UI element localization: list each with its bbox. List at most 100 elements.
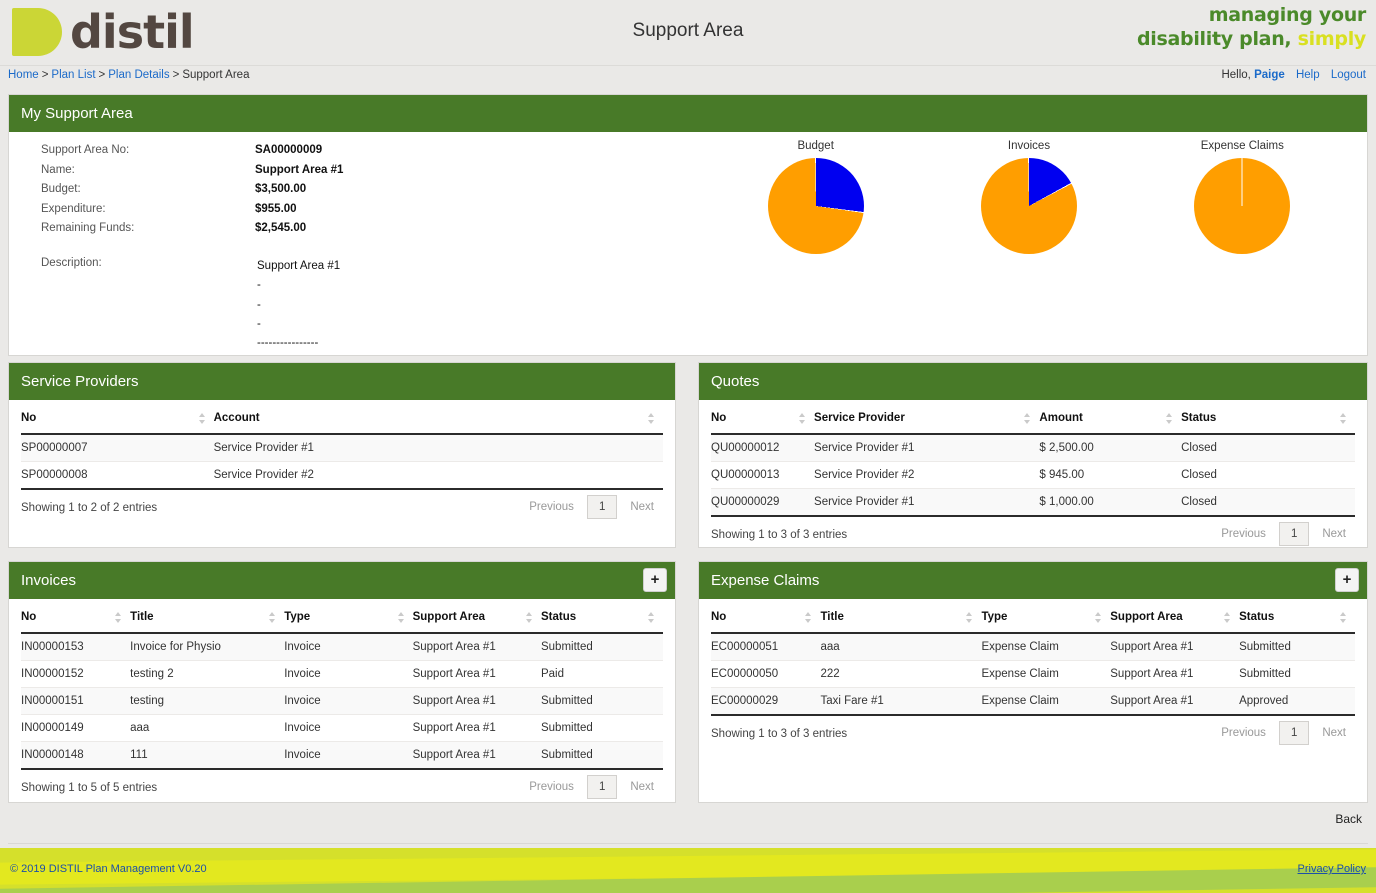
table-cell: Service Provider #1 — [814, 434, 1040, 462]
column-header-label: No — [711, 611, 727, 623]
column-header-no[interactable]: No — [711, 400, 815, 435]
column-header-label: No — [21, 611, 37, 623]
user-name[interactable]: Paige — [1254, 69, 1285, 81]
page-1-button[interactable]: 1 — [1278, 522, 1310, 546]
table-body: SP00000007 Service Provider #1 SP00000008 S… — [21, 434, 663, 490]
table-row[interactable]: IN00000153 Invoice for Physio Invoice Suppo… — [21, 633, 663, 661]
table-row[interactable]: EC00000050 222 Expense Claim Support Area #… — [711, 660, 1355, 688]
add-expense-claim-button[interactable]: + — [1335, 568, 1359, 592]
table-cell: 222 — [820, 660, 982, 688]
column-header-amount[interactable]: Amount — [1039, 400, 1182, 435]
column-header-support-area[interactable]: Support Area — [1110, 599, 1240, 634]
table-cell: Invoice — [284, 687, 413, 715]
expense-claims-footer: Showing 1 to 3 of 3 entries Previous 1 N… — [699, 716, 1367, 760]
table-row[interactable]: QU00000029 Service Provider #1 $ 1,000.00 C… — [711, 488, 1355, 517]
field-budget: Budget: $3,500.00 — [41, 183, 441, 203]
table-cell: Support Area #1 — [412, 741, 541, 770]
table-cell: $ 1,000.00 — [1039, 488, 1182, 517]
pagination: Previous 1 Next — [520, 775, 663, 799]
table-row[interactable]: SP00000008 Service Provider #2 — [21, 461, 663, 490]
invoices-panel: Invoices + No Title Type Support Area Status… — [8, 561, 676, 803]
next-button[interactable]: Next — [621, 775, 663, 799]
column-header-title[interactable]: Title — [820, 599, 982, 634]
table-row[interactable]: EC00000051 aaa Expense Claim Support Area #… — [711, 633, 1355, 661]
table-cell: Paid — [540, 660, 663, 688]
table-row[interactable]: IN00000149 aaa Invoice Support Area #1 Submi… — [21, 714, 663, 742]
table-row[interactable]: QU00000013 Service Provider #2 $ 945.00 Clo… — [711, 461, 1355, 489]
sort-arrows-icon[interactable] — [115, 612, 122, 623]
sort-arrows-icon[interactable] — [966, 612, 973, 623]
field-label: Support Area No: — [41, 144, 130, 156]
previous-button[interactable]: Previous — [520, 495, 583, 519]
column-header-support-area[interactable]: Support Area — [412, 599, 541, 634]
table-row[interactable]: EC00000029 Taxi Fare #1 Expense Claim Suppo… — [711, 687, 1355, 716]
page-1-button[interactable]: 1 — [586, 775, 618, 799]
sort-arrows-icon[interactable] — [648, 413, 655, 424]
sort-arrows-icon[interactable] — [198, 413, 206, 424]
column-header-no[interactable]: No — [711, 599, 821, 634]
breadcrumb-item-home[interactable]: Home — [8, 69, 39, 81]
column-header-no[interactable]: No — [21, 400, 214, 435]
column-header-account[interactable]: Account — [213, 400, 663, 435]
previous-button[interactable]: Previous — [1212, 721, 1275, 745]
column-header-type[interactable]: Type — [284, 599, 413, 634]
table-row[interactable]: IN00000148 111 Invoice Support Area #1 Submi… — [21, 741, 663, 770]
table-row[interactable]: IN00000151 testing Invoice Support Area #1 S… — [21, 687, 663, 715]
next-button[interactable]: Next — [1313, 522, 1355, 546]
sort-arrows-icon[interactable] — [1166, 413, 1173, 424]
sort-arrows-icon[interactable] — [1224, 612, 1231, 623]
field-label: Name: — [41, 163, 75, 176]
field-value: $2,545.00 — [255, 222, 307, 234]
pagination: Previous 1 Next — [520, 495, 663, 519]
next-button[interactable]: Next — [1313, 721, 1355, 745]
quotes-panel-header: Quotes — [699, 363, 1367, 400]
sort-arrows-icon[interactable] — [1340, 413, 1347, 424]
brand-tagline: managing your disability plan, simply — [1137, 4, 1366, 52]
next-button[interactable]: Next — [621, 495, 663, 519]
back-button[interactable]: Back — [1335, 812, 1362, 826]
sort-arrows-icon[interactable] — [1024, 413, 1031, 424]
logout-link[interactable]: Logout — [1331, 69, 1366, 81]
previous-button[interactable]: Previous — [1212, 522, 1275, 546]
breadcrumb-separator: > — [41, 69, 49, 81]
table-row[interactable]: IN00000152 testing 2 Invoice Support Area #… — [21, 660, 663, 688]
column-header-type[interactable]: Type — [981, 599, 1111, 634]
breadcrumb-item-plan-list[interactable]: Plan List — [51, 69, 95, 81]
sort-arrows-icon[interactable] — [1095, 612, 1102, 623]
column-header-title[interactable]: Title — [130, 599, 285, 634]
column-header-service-provider[interactable]: Service Provider — [814, 400, 1040, 435]
sort-arrows-icon[interactable] — [525, 612, 533, 623]
table-row[interactable]: SP00000007 Service Provider #1 — [21, 434, 663, 462]
table-cell: testing 2 — [130, 660, 285, 688]
column-header-no[interactable]: No — [21, 599, 131, 634]
table-cell: QU00000013 — [711, 461, 815, 489]
sort-arrows-icon[interactable] — [805, 612, 812, 623]
field-value: Support Area #1 — [255, 163, 344, 176]
sort-arrows-icon[interactable] — [397, 612, 405, 623]
column-header-label: Title — [820, 611, 844, 623]
quotes-footer: Showing 1 to 3 of 3 entries Previous 1 N… — [699, 517, 1367, 561]
sort-arrows-icon[interactable] — [799, 413, 806, 424]
previous-button[interactable]: Previous — [520, 775, 583, 799]
column-header-status[interactable]: Status — [1239, 599, 1355, 634]
page-1-button[interactable]: 1 — [1278, 721, 1310, 745]
column-header-status[interactable]: Status — [540, 599, 663, 634]
add-invoice-button[interactable]: + — [643, 568, 667, 592]
privacy-policy-link[interactable]: Privacy Policy — [1298, 863, 1366, 875]
table-cell: aaa — [130, 714, 285, 742]
greeting-label: Hello, — [1221, 69, 1251, 81]
tagline-accent: simply — [1297, 27, 1367, 50]
help-link[interactable]: Help — [1296, 69, 1320, 81]
sort-arrows-icon[interactable] — [648, 612, 655, 623]
pagination: Previous 1 Next — [1212, 721, 1355, 745]
sort-arrows-icon[interactable] — [1340, 612, 1347, 623]
service-providers-panel: Service Providers No Account SP00000007 Se… — [8, 362, 676, 548]
breadcrumb-item-plan-details[interactable]: Plan Details — [108, 69, 169, 81]
table-row[interactable]: QU00000012 Service Provider #1 $ 2,500.00 C… — [711, 434, 1355, 462]
column-header-status[interactable]: Status — [1181, 400, 1355, 435]
summary-charts: Budget Invoices Expense Claims — [709, 140, 1349, 254]
page-1-button[interactable]: 1 — [586, 495, 618, 519]
field-label: Budget: — [41, 183, 81, 195]
table-cell: testing — [130, 687, 285, 715]
sort-arrows-icon[interactable] — [269, 612, 276, 623]
